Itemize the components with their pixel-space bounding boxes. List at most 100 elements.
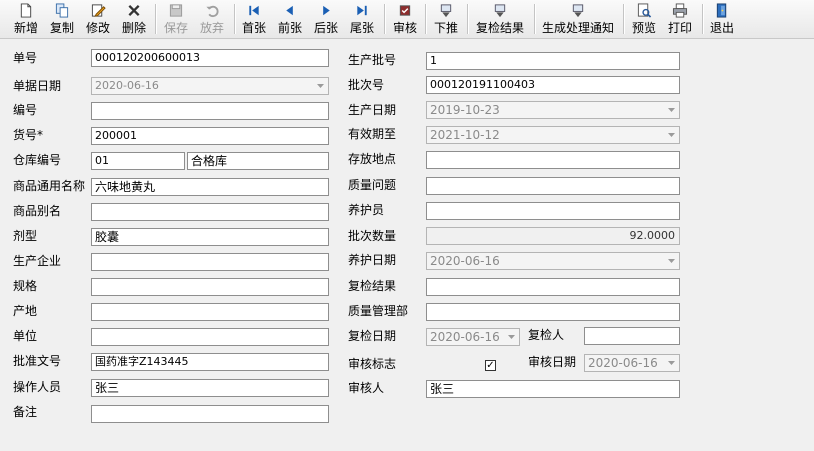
item-no-label: 货号* xyxy=(13,128,44,142)
code-field[interactable] xyxy=(91,102,329,120)
qa-dept-field[interactable] xyxy=(426,303,680,321)
generate-notice-icon xyxy=(572,4,584,18)
remark-label: 备注 xyxy=(13,405,38,419)
recheck-result-button[interactable]: 复检结果 xyxy=(472,2,528,36)
discard-button-label: 放弃 xyxy=(199,21,224,35)
toolbar: 新增 复制 修改 删除 保存 放弃 首张 前张 后张 尾张 审核 下推 复检结果… xyxy=(0,0,814,39)
prod-date-value: 2019-10-23 xyxy=(430,103,500,117)
discard-button[interactable]: 放弃 xyxy=(196,2,228,36)
approval-no-label: 批准文号 xyxy=(13,354,62,368)
operator-field[interactable]: 张三 xyxy=(91,379,329,397)
printer-icon xyxy=(672,3,688,18)
prod-batch-field[interactable]: 1 xyxy=(426,52,680,70)
location-label: 存放地点 xyxy=(348,152,397,166)
delete-x-icon xyxy=(128,4,140,17)
doc-no-field[interactable]: 000120200600013 xyxy=(91,49,329,67)
copy-icon xyxy=(55,3,69,18)
doc-date-value: 2020-06-16 xyxy=(95,79,159,92)
batch-no-field[interactable]: 000120191100403 xyxy=(426,76,680,94)
exit-door-icon xyxy=(716,3,727,18)
dosage-form-label: 剂型 xyxy=(13,229,38,243)
save-disk-icon xyxy=(169,4,183,17)
chevron-down-icon[interactable] xyxy=(505,329,517,345)
warehouse-code-field[interactable]: 01 xyxy=(91,152,185,170)
audit-stamp-icon xyxy=(399,5,411,16)
quality-issue-field[interactable] xyxy=(426,177,680,195)
batch-no-label: 批次号 xyxy=(348,78,385,92)
audit-date-picker[interactable]: 2020-06-16 xyxy=(584,354,680,372)
audit-date-value: 2020-06-16 xyxy=(588,356,658,370)
item-no-field[interactable]: 200001 xyxy=(91,127,329,145)
exit-button[interactable]: 退出 xyxy=(706,2,738,36)
recheck-date-picker[interactable]: 2020-06-16 xyxy=(426,328,520,346)
new-button[interactable]: 新增 xyxy=(10,2,42,36)
generic-name-field[interactable]: 六味地黄丸 xyxy=(91,178,329,196)
audit-flag-checkbox[interactable]: ✓ xyxy=(485,360,496,371)
manufacturer-field[interactable] xyxy=(91,253,329,271)
delete-button-label: 删除 xyxy=(121,21,146,35)
toolbar-separator xyxy=(623,4,624,34)
chevron-down-icon[interactable] xyxy=(665,127,677,143)
previous-record-button[interactable]: 前张 xyxy=(274,2,306,36)
chevron-down-icon[interactable] xyxy=(665,355,677,371)
print-button-label: 打印 xyxy=(667,21,692,35)
recheck-result-label: 复检结果 xyxy=(475,21,524,35)
remark-field[interactable] xyxy=(91,405,329,423)
manufacturer-label: 生产企业 xyxy=(13,254,62,268)
next-record-button[interactable]: 后张 xyxy=(310,2,342,36)
prod-date-label: 生产日期 xyxy=(348,103,397,117)
warehouse-name-field[interactable]: 合格库 xyxy=(187,152,329,170)
maint-date-label: 养护日期 xyxy=(348,253,397,267)
warehouse-label: 仓库编号 xyxy=(13,153,62,167)
batch-qty-field[interactable]: 92.0000 xyxy=(426,227,680,245)
recheck-date-label: 复检日期 xyxy=(348,329,397,343)
save-button[interactable]: 保存 xyxy=(160,2,192,36)
edit-button[interactable]: 修改 xyxy=(82,2,114,36)
dosage-form-field[interactable]: 胶囊 xyxy=(91,228,329,246)
chevron-down-icon[interactable] xyxy=(665,253,677,269)
audit-button[interactable]: 审核 xyxy=(389,2,421,36)
maintainer-field[interactable] xyxy=(426,202,680,220)
operator-label: 操作人员 xyxy=(13,380,62,394)
chevron-down-icon[interactable] xyxy=(314,78,326,94)
save-button-label: 保存 xyxy=(163,21,188,35)
copy-button[interactable]: 复制 xyxy=(46,2,78,36)
expiry-date-picker[interactable]: 2021-10-12 xyxy=(426,126,680,144)
record-form: 单号 000120200600013 单据日期 2020-06-16 编号 货号… xyxy=(0,40,814,451)
last-record-button[interactable]: 尾张 xyxy=(346,2,378,36)
edit-icon xyxy=(91,4,106,17)
quality-issue-label: 质量问题 xyxy=(348,178,397,192)
edit-button-label: 修改 xyxy=(85,21,110,35)
toolbar-separator xyxy=(467,4,468,34)
prod-date-picker[interactable]: 2019-10-23 xyxy=(426,101,680,119)
print-button[interactable]: 打印 xyxy=(664,2,696,36)
origin-field[interactable] xyxy=(91,303,329,321)
undo-icon xyxy=(206,5,219,18)
last-record-icon xyxy=(357,5,367,16)
first-record-button[interactable]: 首张 xyxy=(238,2,270,36)
unit-field[interactable] xyxy=(91,328,329,346)
doc-date-picker[interactable]: 2020-06-16 xyxy=(91,77,329,95)
alias-field[interactable] xyxy=(91,203,329,221)
toolbar-separator xyxy=(534,4,535,34)
preview-button[interactable]: 预览 xyxy=(628,2,660,36)
approval-no-field[interactable]: 国药准字Z143445 xyxy=(91,353,329,371)
generate-notice-button[interactable]: 生成处理通知 xyxy=(540,2,616,36)
maint-date-picker[interactable]: 2020-06-16 xyxy=(426,252,680,270)
preview-button-label: 预览 xyxy=(631,21,656,35)
auditor-field[interactable]: 张三 xyxy=(426,380,680,398)
recheck-date-value: 2020-06-16 xyxy=(430,330,500,344)
location-field[interactable] xyxy=(426,151,680,169)
toolbar-separator xyxy=(702,4,703,34)
audit-button-label: 审核 xyxy=(392,21,417,35)
recheck-result-field[interactable] xyxy=(426,278,680,296)
code-label: 编号 xyxy=(13,103,38,117)
doc-date-label: 单据日期 xyxy=(13,79,62,93)
spec-field[interactable] xyxy=(91,278,329,296)
auditor-label: 审核人 xyxy=(348,381,385,395)
chevron-down-icon[interactable] xyxy=(665,102,677,118)
push-down-button[interactable]: 下推 xyxy=(430,2,462,36)
previous-record-label: 前张 xyxy=(277,21,302,35)
rechecker-field[interactable] xyxy=(584,327,680,345)
delete-button[interactable]: 删除 xyxy=(118,2,150,36)
